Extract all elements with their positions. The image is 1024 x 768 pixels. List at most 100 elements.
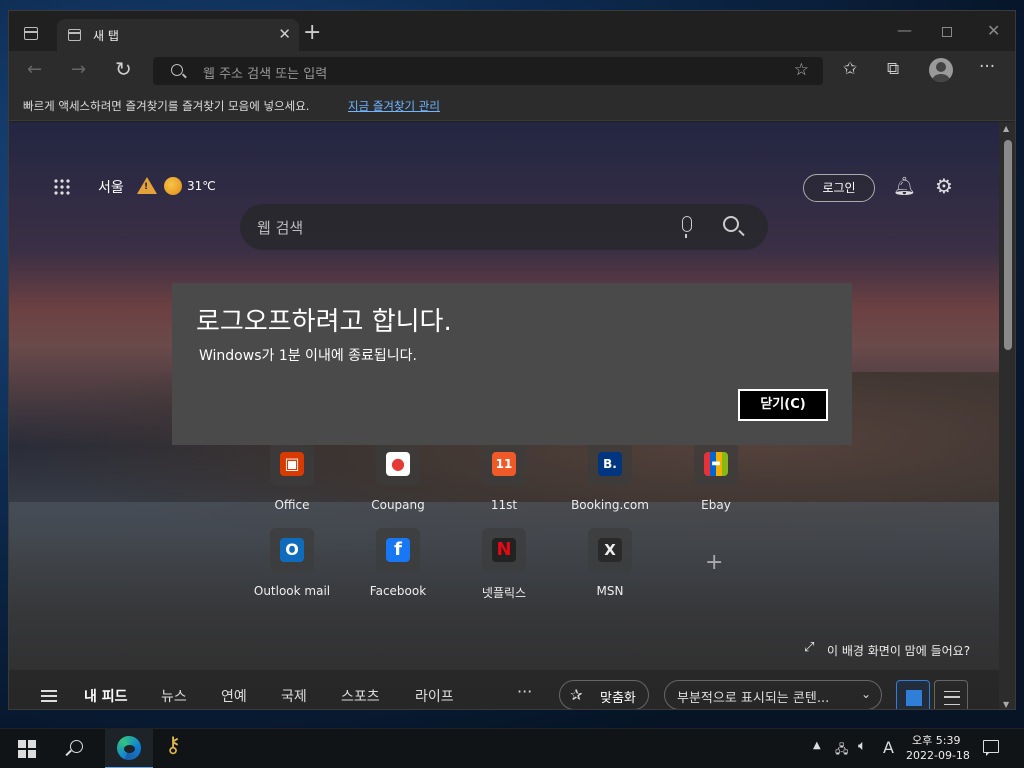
windows-start-icon[interactable] [18,740,36,758]
forward-button[interactable]: → [71,59,86,80]
search-icon[interactable] [70,740,83,753]
logoff-dialog: 로그오프하려고 합니다. Windows가 1분 이내에 종료됩니다. 닫기(C… [172,283,852,445]
feed-tab-life[interactable]: 라이프 [415,686,454,706]
network-icon[interactable]: 🖧 [835,740,848,761]
outlook-icon: O [280,538,304,562]
quick-link-label: MSN [596,584,624,598]
scroll-up-icon[interactable]: ▲ [1003,124,1009,133]
address-input[interactable]: 웹 주소 검색 또는 입력 [203,63,327,82]
weather-city[interactable]: 서울 [98,177,124,197]
feed-tab-entertainment[interactable]: 연예 [221,686,247,706]
feed-tab-news[interactable]: 뉴스 [161,686,187,706]
quick-link[interactable]: ● Coupang [353,442,443,512]
profile-avatar[interactable] [929,58,953,82]
notification-center-icon[interactable] [983,740,999,756]
clock-time[interactable]: 오후 5:39 [912,732,960,748]
tray-chevron-up-icon[interactable]: ▲ [813,740,821,751]
quick-link-tile[interactable]: N [482,528,526,572]
quick-link-label: Booking.com [571,498,649,512]
microphone-icon[interactable] [682,216,692,238]
quick-link[interactable]: ▬ Ebay [671,442,761,512]
page-scrollbar[interactable]: ▲ ▼ [999,122,1015,709]
favorites-icon[interactable]: ✩ [843,59,857,79]
web-search-box[interactable]: 웹 검색 [240,204,768,250]
apps-launcher-icon[interactable] [53,178,71,196]
booking-icon: B. [598,452,622,476]
maximize-button[interactable] [942,27,952,37]
collections-icon[interactable]: ⧉ [887,59,899,79]
scroll-down-icon[interactable]: ▼ [1003,700,1009,709]
new-tab-button[interactable]: + [303,22,321,44]
quick-link-tile[interactable]: B. [588,442,632,486]
favorites-bar-text: 빠르게 액세스하려면 즐겨찾기를 즐겨찾기 모음에 넣으세요. [23,99,310,113]
volume-icon[interactable]: 🔈︎ [858,738,866,754]
settings-menu-button[interactable]: ··· [979,57,995,77]
content-visibility-select[interactable]: 부분적으로 표시되는 콘텐... ⌄ [664,680,882,709]
new-tab-icon [68,29,81,41]
quick-link-label: 11st [490,498,518,512]
minimize-button[interactable]: — [897,21,912,39]
taskbar: ▲ 🖧 🔈︎ A 오후 5:39 2022-09-18 [0,728,1024,768]
weather-temperature[interactable]: 31℃ [187,179,216,193]
edge-icon [117,736,141,760]
background-feedback-link[interactable]: 이 배경 화면이 맘에 들어요? [827,642,970,659]
feed-tab-sports[interactable]: 스포츠 [341,686,380,706]
quick-link[interactable]: Ⅹ MSN [565,528,655,598]
quick-link[interactable]: N 넷플릭스 [459,528,549,601]
personalize-button[interactable]: ✰ 맞춤화 [559,680,649,709]
quick-link-tile[interactable]: f [376,528,420,572]
feed-tab-my-feed[interactable]: 내 피드 [84,686,128,706]
address-bar[interactable]: 웹 주소 검색 또는 입력 ☆ [153,57,823,85]
login-button[interactable]: 로그인 [803,174,875,202]
quick-link[interactable]: B. Booking.com [565,442,655,512]
msn-icon: Ⅹ [598,538,622,562]
quick-link[interactable]: 11 11st [459,442,549,512]
search-icon [171,64,183,76]
quick-link[interactable]: O Outlook mail [247,528,337,598]
refresh-button[interactable]: ↻ [115,57,132,81]
title-bar: 새 탭 ✕ + — ✕ [9,11,1015,51]
add-quick-link-button[interactable]: + [705,550,723,575]
dialog-close-button[interactable]: 닫기(C) [738,389,828,421]
coupang-icon: ● [386,452,410,476]
taskbar-edge-app[interactable] [105,729,153,768]
tab-actions-icon[interactable] [24,27,38,40]
facebook-icon: f [386,538,410,562]
content-select-value: 부분적으로 표시되는 콘텐... [677,691,830,706]
personalize-label: 맞춤화 [600,691,636,706]
manage-favorites-link[interactable]: 지금 즐겨찾기 관리 [348,98,440,114]
netflix-icon: N [492,538,516,562]
close-window-button[interactable]: ✕ [987,21,1000,40]
hamburger-menu-icon[interactable] [41,690,57,702]
tab-new-tab[interactable]: 새 탭 ✕ [57,19,299,51]
tab-close-icon[interactable]: ✕ [278,25,291,43]
gear-icon[interactable]: ⚙ [935,174,953,198]
expand-icon[interactable]: ⤢ [804,640,814,655]
feed-more-button[interactable]: ··· [517,682,532,701]
add-favorite-icon[interactable]: ☆ [794,60,809,80]
quick-link-label: Office [274,498,310,512]
quick-link[interactable]: f Facebook [353,528,443,598]
toolbar: ← → ↻ 웹 주소 검색 또는 입력 ☆ ✩ ⧉ ··· [9,51,1015,91]
quick-link-tile[interactable]: ▣ [270,442,314,486]
quick-link[interactable]: ▣ Office [247,442,337,512]
quick-link-tile[interactable]: 11 [482,442,526,486]
ime-indicator[interactable]: A [883,738,894,757]
keys-app-icon[interactable] [165,733,189,761]
quick-link-tile[interactable]: ● [376,442,420,486]
back-button[interactable]: ← [27,59,42,80]
quick-link-label: Coupang [371,498,425,512]
web-search-input[interactable]: 웹 검색 [257,217,303,238]
quick-link-tile[interactable]: ▬ [694,442,738,486]
quick-link-tile[interactable]: Ⅹ [588,528,632,572]
list-layout-button[interactable] [934,680,968,709]
grid-layout-button[interactable] [896,680,930,709]
ebay-icon: ▬ [704,452,728,476]
personalize-star-icon: ✰ [570,686,583,704]
notifications-bell-icon[interactable]: 🔔︎ [893,176,916,197]
scroll-thumb[interactable] [1004,140,1012,350]
feed-tab-world[interactable]: 국제 [281,686,307,706]
search-icon[interactable] [723,216,739,232]
clock-date[interactable]: 2022-09-18 [906,749,970,762]
quick-link-tile[interactable]: O [270,528,314,572]
